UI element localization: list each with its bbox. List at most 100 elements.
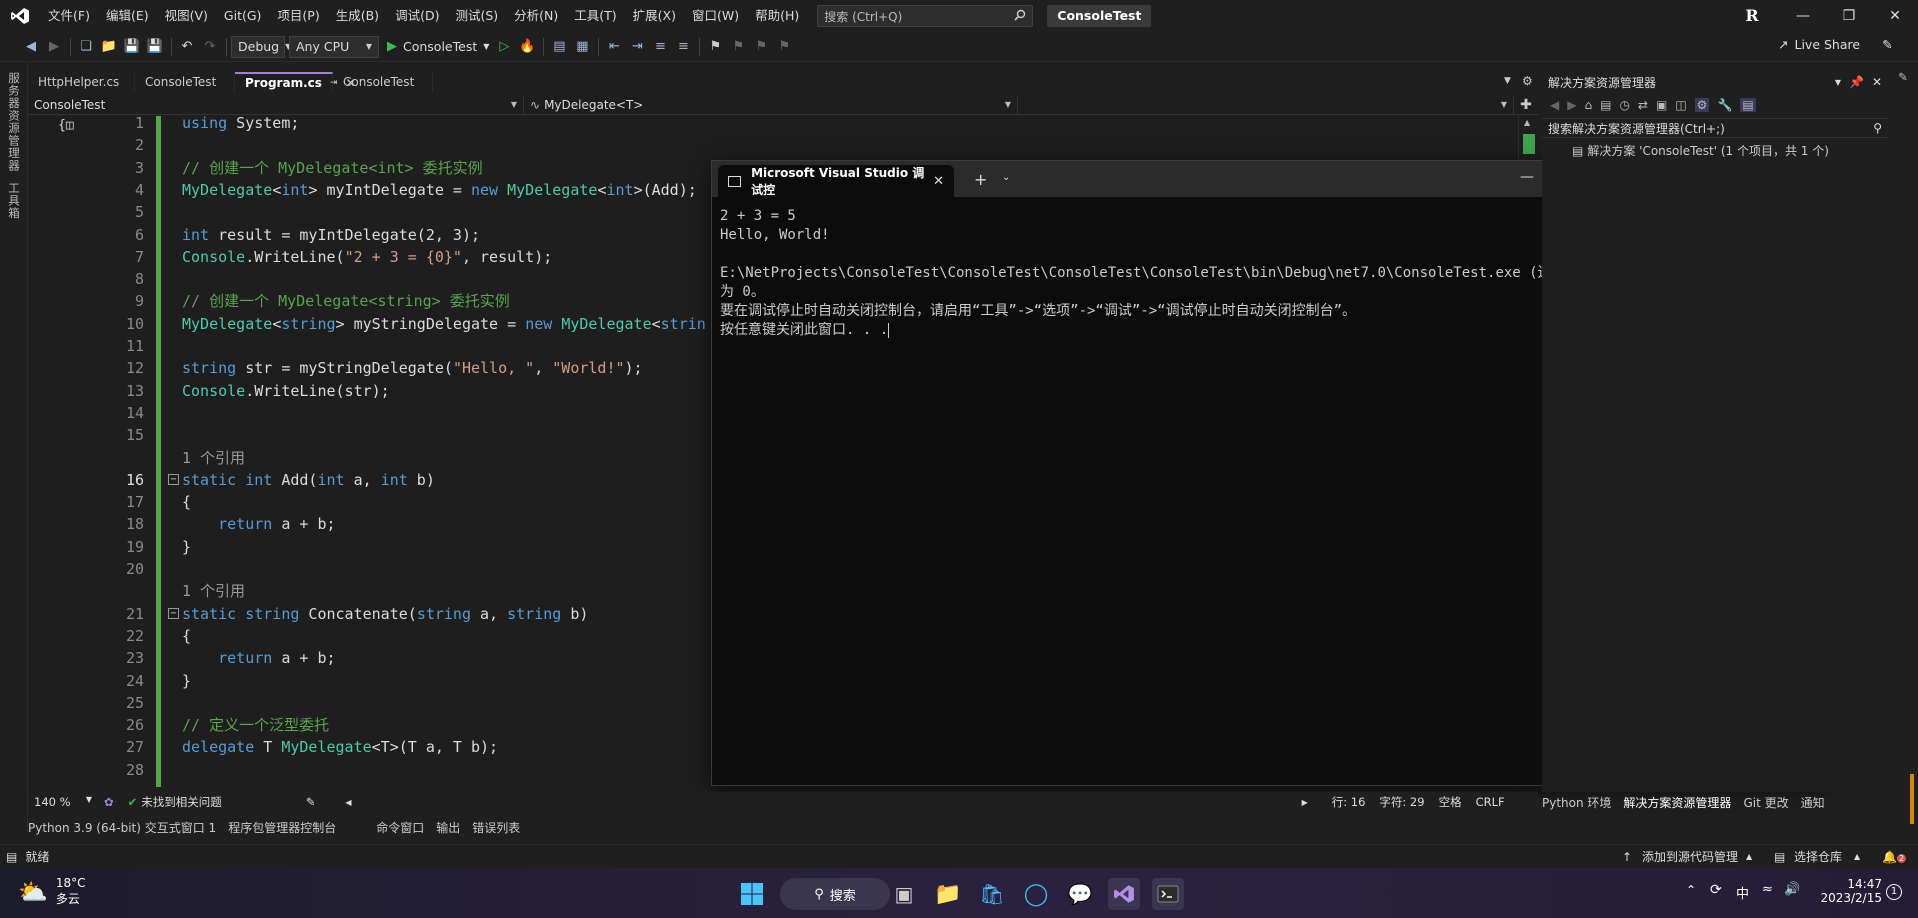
tray-overflow-icon[interactable]: ⌃ bbox=[1686, 883, 1696, 897]
menu-item[interactable]: 项目(P) bbox=[269, 0, 327, 32]
redo-icon[interactable]: ↷ bbox=[199, 36, 221, 58]
char-indicator[interactable]: 字符: 29 bbox=[1379, 794, 1424, 810]
next-bookmark-icon[interactable]: ⚑ bbox=[750, 36, 772, 58]
code-cleanup-icon[interactable]: ✎ bbox=[306, 795, 316, 809]
menu-item[interactable]: 文件(F) bbox=[40, 0, 98, 32]
collapse-icon[interactable]: − bbox=[168, 607, 179, 619]
menu-item[interactable]: 分析(N) bbox=[506, 0, 566, 32]
preview-icon[interactable]: ▤ bbox=[1740, 98, 1756, 112]
step-icon[interactable]: ⇤ bbox=[603, 36, 625, 58]
scroll-up-icon[interactable]: ▲ bbox=[1524, 118, 1530, 127]
toolbox-tab[interactable]: 工具箱 bbox=[6, 182, 22, 220]
platform-dropdown[interactable]: Any CPU ▼ bbox=[289, 35, 379, 58]
start-without-debugging-icon[interactable]: ▷ bbox=[493, 36, 515, 58]
close-icon[interactable]: ✕ bbox=[1872, 0, 1918, 32]
server-explorer-tab[interactable]: 服务器资源管理器 bbox=[6, 72, 22, 172]
panel-menu-icon[interactable]: ▼ bbox=[1835, 78, 1841, 87]
menu-item[interactable]: 测试(S) bbox=[447, 0, 506, 32]
properties-tab[interactable]: ✎ bbox=[1896, 70, 1910, 85]
layout-icon[interactable]: ▦ bbox=[571, 36, 593, 58]
new-project-icon[interactable]: ❏ bbox=[75, 36, 97, 58]
pending-changes-icon[interactable]: ◷ bbox=[1619, 98, 1629, 112]
terminal-taskbar-icon[interactable] bbox=[1152, 878, 1184, 910]
source-control-button[interactable]: 添加到源代码管理 bbox=[1642, 848, 1738, 865]
configuration-dropdown[interactable]: Debug▼ bbox=[231, 35, 291, 58]
issues-label[interactable]: 未找到相关问题 bbox=[141, 794, 222, 810]
tray-network-icon[interactable]: ≈ bbox=[1762, 882, 1773, 897]
document-tab[interactable]: ConsoleTest bbox=[135, 72, 235, 93]
step-over-icon[interactable]: ⇥ bbox=[626, 36, 648, 58]
forward-icon[interactable]: ▶ bbox=[43, 36, 65, 58]
scroll-right-icon[interactable]: ▶ bbox=[1302, 798, 1308, 807]
file-explorer-icon[interactable]: 📁 bbox=[932, 878, 964, 910]
save-all-icon[interactable]: 💾 bbox=[144, 36, 166, 58]
save-icon[interactable]: 💾 bbox=[121, 36, 143, 58]
restore-icon[interactable]: ❐ bbox=[1826, 0, 1872, 32]
solution-name-badge[interactable]: ConsoleTest bbox=[1047, 5, 1152, 27]
copilot-icon[interactable]: ✿ bbox=[104, 795, 114, 809]
clock[interactable]: 14:47 2023/2/15 bbox=[1820, 877, 1882, 905]
comment-icon[interactable]: ≡ bbox=[649, 36, 671, 58]
uncomment-icon[interactable]: ≡ bbox=[672, 36, 694, 58]
collapse-icon[interactable]: − bbox=[168, 473, 179, 485]
zoom-dropdown[interactable]: 140 % ▼ bbox=[28, 795, 92, 809]
weather-widget[interactable]: ⛅ 18°C 多云 bbox=[18, 876, 86, 907]
filter-icon[interactable]: ⚙ bbox=[1694, 98, 1710, 112]
visual-studio-logo-icon[interactable] bbox=[0, 0, 40, 32]
scroll-left-icon[interactable]: ◀ bbox=[345, 798, 351, 807]
tab-overflow-icon[interactable]: ▼ bbox=[1504, 76, 1511, 86]
project-dropdown[interactable]: ConsoleTest ▼ bbox=[28, 95, 524, 115]
hot-reload-icon[interactable]: 🔥 bbox=[516, 36, 538, 58]
feedback-icon[interactable]: ✎ bbox=[1882, 37, 1892, 52]
close-tab-icon[interactable]: ✕ bbox=[933, 174, 944, 189]
undo-icon[interactable]: ↶ bbox=[176, 36, 198, 58]
open-folder-icon[interactable]: 📁 bbox=[98, 36, 120, 58]
bottom-tab[interactable]: Python 3.9 (64-bit) 交互式窗口 1 bbox=[28, 819, 216, 836]
edge-browser-icon[interactable]: ◯ bbox=[1020, 878, 1052, 910]
line-indicator[interactable]: 行: 16 bbox=[1332, 794, 1366, 810]
menu-item[interactable]: 调试(D) bbox=[387, 0, 447, 32]
menu-item[interactable]: 编辑(E) bbox=[98, 0, 157, 32]
console-tab[interactable]: Microsoft Visual Studio 调试控 ✕ bbox=[718, 165, 954, 197]
chat-app-icon[interactable]: 💬 bbox=[1064, 878, 1096, 910]
forward-icon[interactable]: ▶ bbox=[1567, 98, 1576, 112]
store-icon[interactable]: 🛍 bbox=[976, 878, 1008, 910]
bottom-tab[interactable]: 错误列表 bbox=[472, 819, 520, 836]
scrollbar-thumb[interactable] bbox=[1523, 134, 1535, 154]
solution-root-item[interactable]: ▤ 解决方案 'ConsoleTest' (1 个项目，共 1 个) bbox=[1542, 138, 1888, 163]
minimize-icon[interactable]: — bbox=[1780, 0, 1826, 32]
solution-search-box[interactable]: 搜索解决方案资源管理器(Ctrl+;) ⚲ bbox=[1542, 118, 1888, 138]
eol-indicator[interactable]: CRLF bbox=[1476, 795, 1505, 809]
start-windows-icon[interactable] bbox=[736, 878, 768, 910]
tab-dropdown-icon[interactable]: ⌄ bbox=[1002, 172, 1010, 183]
scope-dropdown[interactable]: ▼ bbox=[1018, 95, 1514, 115]
bottom-tab[interactable]: 命令窗口 bbox=[376, 819, 424, 836]
document-tab[interactable]: Program.cs ⇥ ✕ bbox=[235, 72, 356, 93]
notification-center-icon[interactable]: 1 bbox=[1886, 884, 1902, 900]
bookmark-icon[interactable]: ⚑ bbox=[704, 36, 726, 58]
panel-tab[interactable]: Git 更改 bbox=[1743, 794, 1788, 811]
panel-tab[interactable]: 解决方案资源管理器 bbox=[1623, 794, 1731, 811]
sync-icon[interactable]: ⇄ bbox=[1638, 98, 1648, 112]
menu-item[interactable]: 工具(T) bbox=[566, 0, 624, 32]
task-view-icon[interactable]: ▣ bbox=[888, 878, 920, 910]
show-all-files-icon[interactable]: ◫ bbox=[1675, 98, 1686, 112]
document-tab[interactable]: HttpHelper.cs bbox=[28, 72, 135, 93]
console-minimize-icon[interactable]: — bbox=[1520, 169, 1534, 185]
back-icon[interactable]: ◀ bbox=[1550, 98, 1559, 112]
collapse-all-icon[interactable]: ▣ bbox=[1656, 98, 1667, 112]
menu-item[interactable]: 视图(V) bbox=[157, 0, 216, 32]
bottom-tab[interactable]: 输出 bbox=[436, 819, 460, 836]
taskbar-search[interactable]: ⚲ 搜索 bbox=[780, 878, 890, 910]
settings-gear-icon[interactable]: ⚙ bbox=[1522, 74, 1533, 88]
document-tab[interactable]: ConsoleTest bbox=[333, 72, 433, 93]
panel-tab[interactable]: Python 环境 bbox=[1542, 794, 1611, 811]
back-icon[interactable]: ◀ bbox=[20, 36, 42, 58]
switch-views-icon[interactable]: ▤ bbox=[1600, 98, 1611, 112]
tray-sync-icon[interactable]: ⟳ bbox=[1710, 882, 1722, 898]
home-icon[interactable]: ⌂ bbox=[1584, 98, 1592, 112]
panel-tab[interactable]: 通知 bbox=[1801, 794, 1825, 811]
live-share-button[interactable]: ↗ Live Share ✎ bbox=[1778, 37, 1893, 52]
menu-item[interactable]: 窗口(W) bbox=[684, 0, 747, 32]
browse-icon[interactable]: ▤ bbox=[548, 36, 570, 58]
